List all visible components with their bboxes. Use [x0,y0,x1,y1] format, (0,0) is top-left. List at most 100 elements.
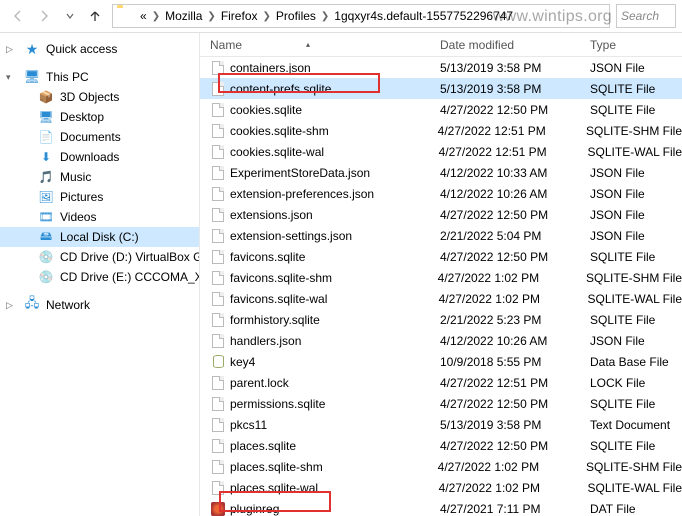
forward-button[interactable] [32,4,56,28]
file-icon [210,375,226,391]
sidebar-item[interactable]: 🎵 Music [0,167,199,187]
file-row[interactable]: places.sqlite 4/27/2022 12:50 PM SQLITE … [200,435,682,456]
file-row[interactable]: pluginreg 4/27/2021 7:11 PM DAT File [200,498,682,516]
file-type: JSON File [590,229,682,243]
file-name: containers.json [230,61,440,75]
file-name: places.sqlite-wal [230,481,439,495]
chevron-down-icon: ▾ [6,72,18,83]
file-row[interactable]: handlers.json 4/12/2022 10:26 AM JSON Fi… [200,330,682,351]
star-icon: ★ [24,41,40,57]
sidebar-item-label: Videos [60,210,96,224]
toolbar: « ❯ Mozilla ❯ Firefox ❯ Profiles ❯ 1gqxy… [0,0,682,33]
file-row[interactable]: places.sqlite-shm 4/27/2022 1:02 PM SQLI… [200,456,682,477]
sidebar-network[interactable]: ▷ 🖧 Network [0,295,199,315]
file-icon [210,459,226,475]
search-placeholder: Search [621,9,659,23]
file-date: 5/13/2019 3:58 PM [440,418,590,432]
file-row[interactable]: containers.json 5/13/2019 3:58 PM JSON F… [200,57,682,78]
file-name: cookies.sqlite-wal [230,145,439,159]
file-row[interactable]: cookies.sqlite 4/27/2022 12:50 PM SQLITE… [200,99,682,120]
file-row[interactable]: cookies.sqlite-shm 4/27/2022 12:51 PM SQ… [200,120,682,141]
file-date: 4/27/2022 12:51 PM [440,376,590,390]
recent-dropdown-button[interactable] [58,4,82,28]
sidebar-item[interactable]: 🖼Pictures [0,187,199,207]
music-icon: 🎵 [38,169,54,185]
file-row[interactable]: extension-preferences.json 4/12/2022 10:… [200,183,682,204]
file-type: JSON File [590,61,682,75]
sidebar-quick-access[interactable]: ▷ ★ Quick access [0,39,199,59]
sidebar-item[interactable]: 🖥Desktop [0,107,199,127]
breadcrumb[interactable]: « ❯ Mozilla ❯ Firefox ❯ Profiles ❯ 1gqxy… [112,4,610,28]
sidebar-item-label: 3D Objects [60,90,119,104]
file-icon [210,270,226,286]
file-type: Text Document [590,418,682,432]
file-date: 4/27/2022 1:02 PM [438,271,586,285]
sidebar-item-label: Local Disk (C:) [60,230,139,244]
file-date: 4/27/2022 1:02 PM [438,460,586,474]
sidebar-item-label: Desktop [60,110,104,124]
sort-ascending-icon: ▴ [306,40,310,49]
file-row[interactable]: content-prefs.sqlite 5/13/2019 3:58 PM S… [200,78,682,99]
file-row[interactable]: key4 10/9/2018 5:55 PM Data Base File [200,351,682,372]
file-icon [210,291,226,307]
file-row[interactable]: parent.lock 4/27/2022 12:51 PM LOCK File [200,372,682,393]
cd-icon: 💿 [38,249,54,265]
breadcrumb-item[interactable]: Mozilla [162,9,205,23]
search-input[interactable]: Search [616,4,676,28]
column-header-type[interactable]: Type [590,38,682,52]
file-name: favicons.sqlite [230,250,440,264]
file-row[interactable]: places.sqlite-wal 4/27/2022 1:02 PM SQLI… [200,477,682,498]
file-row[interactable]: extensions.json 4/27/2022 12:50 PM JSON … [200,204,682,225]
sidebar-item[interactable]: 🎞Videos [0,207,199,227]
file-date: 2/21/2022 5:04 PM [440,229,590,243]
file-row[interactable]: pkcs11 5/13/2019 3:58 PM Text Document [200,414,682,435]
sidebar-item-label: Music [60,170,91,184]
sidebar-item[interactable]: 💿CD Drive (E:) CCCOMA_X64FRE_ [0,267,199,287]
file-type: SQLITE-SHM File [586,460,682,474]
sidebar-item[interactable]: 💿CD Drive (D:) VirtualBox Guest A [0,247,199,267]
breadcrumb-ellipsis[interactable]: « [137,9,150,23]
chevron-right-icon: ❯ [261,11,273,22]
file-date: 4/27/2022 12:50 PM [440,103,590,117]
column-header-date[interactable]: Date modified [440,38,590,52]
file-icon [210,207,226,223]
breadcrumb-item[interactable]: Firefox [218,9,261,23]
file-list: containers.json 5/13/2019 3:58 PM JSON F… [200,57,682,516]
sidebar-item[interactable]: ⬇Downloads [0,147,199,167]
file-date: 4/12/2022 10:26 AM [440,187,590,201]
file-row[interactable]: extension-settings.json 2/21/2022 5:04 P… [200,225,682,246]
file-type: SQLITE File [590,397,682,411]
file-date: 5/13/2019 3:58 PM [440,61,590,75]
chevron-right-icon: ▷ [6,300,18,311]
file-type: JSON File [590,334,682,348]
file-row[interactable]: formhistory.sqlite 2/21/2022 5:23 PM SQL… [200,309,682,330]
file-icon [210,81,226,97]
file-name: ExperimentStoreData.json [230,166,440,180]
column-header-name[interactable]: Name ▴ [210,38,440,52]
file-row[interactable]: favicons.sqlite-shm 4/27/2022 1:02 PM SQ… [200,267,682,288]
file-row[interactable]: ExperimentStoreData.json 4/12/2022 10:33… [200,162,682,183]
sidebar-this-pc[interactable]: ▾ 🖥 This PC [0,67,199,87]
file-name: extension-settings.json [230,229,440,243]
up-button[interactable] [84,5,106,27]
file-row[interactable]: favicons.sqlite-wal 4/27/2022 1:02 PM SQ… [200,288,682,309]
file-date: 2/21/2022 5:23 PM [440,313,590,327]
file-name: favicons.sqlite-shm [230,271,438,285]
file-date: 4/27/2022 12:51 PM [439,145,588,159]
file-icon [210,501,226,516]
file-row[interactable]: favicons.sqlite 4/27/2022 12:50 PM SQLIT… [200,246,682,267]
back-button[interactable] [6,4,30,28]
cube-icon: 📦 [38,89,54,105]
file-row[interactable]: cookies.sqlite-wal 4/27/2022 12:51 PM SQ… [200,141,682,162]
file-name: pluginreg [230,502,440,516]
sidebar-item[interactable]: 📦 3D Objects [0,87,199,107]
sidebar-item[interactable]: 🖴Local Disk (C:) [0,227,199,247]
sidebar-item[interactable]: 📄Documents [0,127,199,147]
cd-icon: 💿 [38,269,54,285]
breadcrumb-item[interactable]: 1gqxyr4s.default-1557752296747 [331,9,516,23]
file-icon [210,438,226,454]
file-name: favicons.sqlite-wal [230,292,439,306]
breadcrumb-item[interactable]: Profiles [273,9,319,23]
sidebar-item-label: Network [46,298,90,312]
file-row[interactable]: permissions.sqlite 4/27/2022 12:50 PM SQ… [200,393,682,414]
